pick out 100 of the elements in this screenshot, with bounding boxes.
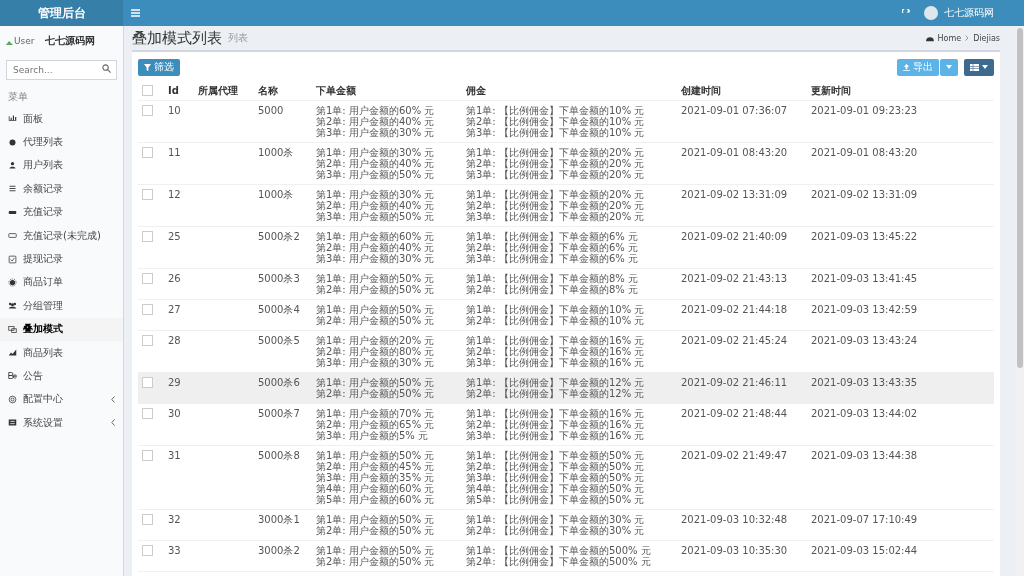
- table-row[interactable]: 27 5000杀4 第1单: 用户金额的50% 元 第2单: 用户金额的50% 元 第1单: 【比例佣金】下单金额的10% 元 第2单: 【比例佣金】下单金额的10% 元 2021-09-02 21:44:18 2021-09-03 13:42:59: [138, 300, 994, 331]
- checkbox[interactable]: [142, 408, 153, 419]
- table-cell-text: 第1单: 【比例佣金】下单金额的12% 元: [466, 377, 646, 388]
- table-cell-text: 2021-09-01 08:43:20: [811, 147, 919, 160]
- table-cell-text: 2021-09-01 09:23:23: [811, 105, 919, 118]
- table-cell-text: 10: [168, 105, 182, 118]
- table-cell-text: 2021-09-03 10:32:48: [681, 514, 789, 527]
- sidebar-item[interactable]: 提现记录: [0, 247, 123, 271]
- table-cell-text: 第3单: 【比例佣金】下单金额的20% 元: [466, 211, 646, 222]
- checkbox[interactable]: [142, 335, 153, 346]
- table-cell-text: 第3单: 【比例佣金】下单金额的16% 元: [466, 430, 646, 441]
- sidebar-item[interactable]: 代理列表: [0, 130, 123, 154]
- table-cell-text: 第1单: 用户金额的50% 元: [316, 514, 436, 525]
- checkbox[interactable]: [142, 304, 153, 315]
- scrollbar[interactable]: [1016, 26, 1024, 576]
- search-icon[interactable]: [102, 64, 111, 73]
- checkbox[interactable]: [142, 189, 153, 200]
- table-cell-text: 第1单: 用户金额的30% 元: [316, 189, 436, 200]
- sidebar-item[interactable]: 系统设置: [0, 411, 123, 435]
- search-field[interactable]: Search...: [6, 60, 117, 80]
- sidebar-item[interactable]: 面板: [0, 107, 123, 131]
- table-row[interactable]: 32 3000杀1 第1单: 用户金额的50% 元 第2单: 用户金额的50% 元 第1单: 【比例佣金】下单金额的30% 元 第2单: 【比例佣金】下单金额的30% 元 2021-09-03 10:32:48 2021-09-07 17:10:49: [138, 510, 994, 541]
- table-cell-text: 第2单: 【比例佣金】下单金额的500% 元: [466, 556, 652, 567]
- sidebar-item[interactable]: 配置中心: [0, 387, 123, 412]
- table-cell-text: 5000杀6: [258, 377, 301, 390]
- sidebar-item[interactable]: 公告: [0, 364, 123, 388]
- column-header[interactable]: 创建时间: [681, 84, 811, 96]
- checkbox[interactable]: [142, 514, 153, 525]
- table-row[interactable]: 11 1000杀 第1单: 用户金额的30% 元 第2单: 用户金额的40% 元 第3单: 用户金额的50% 元 第1单: 【比例佣金】下单金额的20% 元 第2单: 【比例佣金】下单金额的20% 元 第3单: 【比例佣金】下单金额的20% 元 2021-09-01 08:43:20 2021-09-01 08:43:20: [138, 143, 994, 185]
- checkbox[interactable]: [142, 377, 153, 388]
- table-cell-text: 29: [168, 377, 182, 390]
- chevron-icon: [111, 395, 115, 403]
- user-name[interactable]: 七七源码网: [944, 6, 994, 20]
- page-subtitle: 列表: [228, 31, 248, 45]
- table-cell-text: 1000杀: [258, 147, 295, 160]
- table-cell-text: 第1单: 【比例佣金】下单金额的50% 元: [466, 450, 646, 461]
- table-cell-text: 第3单: 用户金额的50% 元: [316, 211, 436, 222]
- table-cell-text: 3000杀1: [258, 514, 301, 527]
- chart-icon: [8, 114, 17, 124]
- filter-icon: [144, 63, 151, 71]
- table-cell-text: 第1单: 用户金额的20% 元: [316, 335, 436, 346]
- columns-button[interactable]: [964, 58, 994, 76]
- app-logo: 管理后台: [0, 0, 123, 26]
- table-cell-text: 第2单: 【比例佣金】下单金额的50% 元: [466, 461, 646, 472]
- avatar[interactable]: [924, 6, 938, 20]
- circle-icon: [8, 394, 17, 404]
- dropdown-button[interactable]: [940, 58, 958, 76]
- table-row[interactable]: 30 5000杀7 第1单: 用户金额的70% 元 第2单: 用户金额的65% 元 第3单: 用户金额的5% 元 第1单: 【比例佣金】下单金额的16% 元 第2单: 【比例佣金】下单金额的16% 元 第3单: 【比例佣金】下单金额的16% 元 2021-09-02 21:48:44 2021-09-03 13:44:02: [138, 404, 994, 446]
- sidebar-item[interactable]: 余额记录: [0, 177, 123, 201]
- table-cell-text: 30: [168, 408, 182, 421]
- table-cell-text: 第2单: 【比例佣金】下单金额的16% 元: [466, 346, 646, 357]
- checkbox[interactable]: [142, 273, 153, 284]
- table-cell-text: 5000杀3: [258, 273, 301, 286]
- sidebar-item[interactable]: 充值记录(未完成): [0, 223, 123, 248]
- column-header[interactable]: 下单金额: [316, 84, 466, 96]
- breadcrumb-link[interactable]: Home: [937, 33, 962, 43]
- filter-button[interactable]: 筛选: [138, 58, 180, 76]
- table-row[interactable]: 33 3000杀2 第1单: 用户金额的50% 元 第2单: 用户金额的50% 元 第1单: 【比例佣金】下单金额的500% 元 第2单: 【比例佣金】下单金额的500% 元 2021-09-03 10:35:30 2021-09-03 15:02:44: [138, 541, 994, 572]
- table-cell-text: 32: [168, 514, 182, 527]
- lines-icon: [8, 184, 17, 194]
- table-row[interactable]: 29 5000杀6 第1单: 用户金额的50% 元 第2单: 用户金额的50% 元 第1单: 【比例佣金】下单金额的12% 元 第2单: 【比例佣金】下单金额的12% 元 2021-09-02 21:46:11 2021-09-03 13:43:35: [138, 373, 994, 404]
- table-cell-text: 33: [168, 545, 182, 558]
- table-row[interactable]: 10 5000 第1单: 用户金额的60% 元 第2单: 用户金额的40% 元 第3单: 用户金额的30% 元 第1单: 【比例佣金】下单金额的10% 元 第2单: 【比例佣金】下单金额的10% 元 第3单: 【比例佣金】下单金额的10% 元 2021-09-01 07:36:07 2021-09-01 09:23:23: [138, 101, 994, 143]
- sidebar-item[interactable]: 用户列表: [0, 153, 123, 178]
- column-header[interactable]: 名称: [258, 84, 316, 96]
- table-cell-text: 第3单: 【比例佣金】下单金额的20% 元: [466, 169, 646, 180]
- sidebar-item[interactable]: 商品订单: [0, 270, 123, 295]
- table-cell-text: 12: [168, 189, 182, 202]
- checkbox[interactable]: [142, 105, 153, 116]
- sidebar-item[interactable]: 分组管理: [0, 294, 123, 318]
- sidebar-item[interactable]: 商品列表: [0, 340, 123, 365]
- checkbox[interactable]: [142, 84, 153, 96]
- dashboard-icon: [925, 34, 934, 42]
- table-cell-text: 3000杀2: [258, 545, 301, 558]
- table-cell-text: 11: [168, 147, 182, 160]
- column-header[interactable]: 更新时间: [811, 84, 994, 96]
- checkbox[interactable]: [142, 450, 153, 461]
- table-cell-text: 第2单: 用户金额的50% 元: [316, 388, 436, 399]
- table-cell-text: 27: [168, 304, 182, 317]
- checkbox[interactable]: [142, 231, 153, 242]
- table-row[interactable]: 12 1000杀 第1单: 用户金额的30% 元 第2单: 用户金额的40% 元 第3单: 用户金额的50% 元 第1单: 【比例佣金】下单金额的20% 元 第2单: 【比例佣金】下单金额的20% 元 第3单: 【比例佣金】下单金额的20% 元 2021-09-02 13:31:09 2021-09-02 13:31:09: [138, 185, 994, 227]
- table-row[interactable]: 25 5000杀2 第1单: 用户金额的60% 元 第2单: 用户金额的40% 元 第3单: 用户金额的30% 元 第1单: 【比例佣金】下单金额的6% 元 第2单: 【比例佣金】下单金额的6% 元 第3单: 【比例佣金】下单金额的6% 元 2021-09-02 21:40:09 2021-09-03 13:45:22: [138, 227, 994, 269]
- sidebar-item[interactable]: 充值记录: [0, 200, 123, 224]
- table-icon: [970, 63, 979, 71]
- table-cell-text: 第4单: 【比例佣金】下单金额的50% 元: [466, 483, 646, 494]
- table-cell-text: 第3单: 用户金额的30% 元: [316, 357, 436, 368]
- column-header[interactable]: 所属代理: [198, 84, 258, 96]
- checkbox[interactable]: [142, 147, 153, 158]
- checkbox[interactable]: [142, 545, 153, 556]
- list-icon: [8, 418, 17, 428]
- table-cell-text: 第1单: 【比例佣金】下单金额的10% 元: [466, 105, 646, 116]
- table-cell-text: 第1单: 用户金额的50% 元: [316, 450, 436, 461]
- letters-icon: [8, 371, 17, 381]
- column-header[interactable]: 佣金: [466, 84, 681, 96]
- table-cell-text: 第2单: 【比例佣金】下单金额的8% 元: [466, 284, 639, 295]
- table-row[interactable]: 26 5000杀3 第1单: 用户金额的50% 元 第2单: 用户金额的50% 元 第1单: 【比例佣金】下单金额的8% 元 第2单: 【比例佣金】下单金额的8% 元 2021-09-02 21:43:13 2021-09-03 13:41:45: [138, 269, 994, 300]
- column-header[interactable]: Id: [168, 84, 198, 96]
- menu-icon[interactable]: [131, 9, 140, 17]
- table-cell-text: 第1单: 【比例佣金】下单金额的30% 元: [466, 514, 646, 525]
- sidebar-item[interactable]: 叠加模式: [0, 317, 123, 341]
